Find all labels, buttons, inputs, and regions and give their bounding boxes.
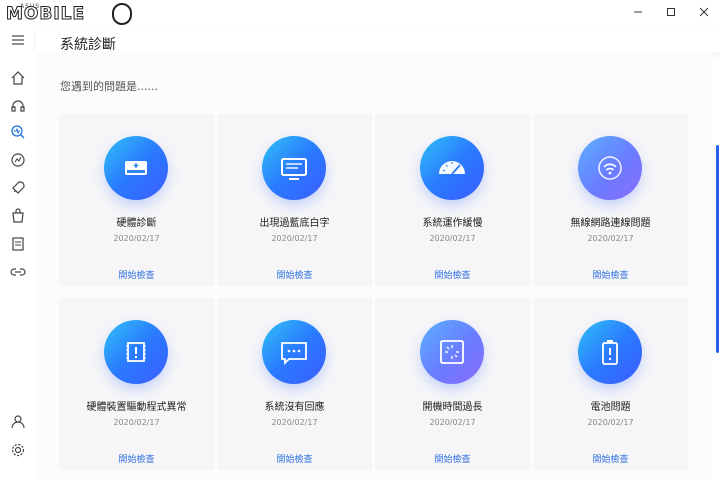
bag-icon xyxy=(12,208,24,223)
card-date: 2020/02/17 xyxy=(113,234,160,243)
menu-icon xyxy=(12,35,24,45)
card-date: 2020/02/17 xyxy=(113,418,160,427)
title-bar: ASUS MOBILE xyxy=(0,0,720,26)
monitor-icon xyxy=(262,136,326,200)
minimize-button[interactable] xyxy=(629,4,647,20)
link-icon xyxy=(10,268,26,276)
start-check-link[interactable]: 開始檢查 xyxy=(217,452,372,465)
card-date: 2020/02/17 xyxy=(271,418,318,427)
page-title: 系統診斷 xyxy=(60,37,116,53)
hard-drive-icon xyxy=(104,136,168,200)
card-slow-system[interactable]: 系統運作緩慢 2020/02/17 開始檢查 xyxy=(375,114,530,286)
card-no-response[interactable]: 系統沒有回應 2020/02/17 開始檢查 xyxy=(217,298,372,470)
headset-icon xyxy=(11,100,25,112)
start-check-link[interactable]: 開始檢查 xyxy=(533,268,688,281)
card-blue-screen[interactable]: 出現過藍底白字 2020/02/17 開始檢查 xyxy=(217,114,372,286)
sidebar-item-news[interactable] xyxy=(8,234,28,254)
close-button[interactable] xyxy=(695,4,713,20)
card-label: 電池問題 xyxy=(590,402,631,413)
brand-mascot-icon xyxy=(112,3,132,25)
chat-screen-icon xyxy=(262,320,326,384)
card-wifi-issue[interactable]: 無線網路連線問題 2020/02/17 開始檢查 xyxy=(533,114,688,286)
sidebar-item-diagnosis[interactable] xyxy=(8,122,28,142)
card-date: 2020/02/17 xyxy=(271,234,318,243)
sidebar-item-performance[interactable] xyxy=(8,150,28,170)
chip-alert-icon xyxy=(104,320,168,384)
card-date: 2020/02/17 xyxy=(429,234,476,243)
speedometer-icon xyxy=(420,136,484,200)
page-header: 系統診斷 xyxy=(36,26,720,53)
sidebar-item-account[interactable] xyxy=(8,412,28,432)
card-label: 系統運作緩慢 xyxy=(422,218,483,229)
question-prompt: 您遇到的問題是...... xyxy=(60,80,158,93)
vertical-scrollbar[interactable] xyxy=(716,145,719,353)
minimize-icon xyxy=(634,11,642,13)
card-label: 無線網路連線問題 xyxy=(570,218,651,229)
battery-icon xyxy=(578,320,642,384)
sidebar xyxy=(0,26,36,480)
brand-logo: MOBILE xyxy=(5,4,86,25)
menu-button[interactable] xyxy=(8,30,28,50)
card-battery-issue[interactable]: 電池問題 2020/02/17 開始檢查 xyxy=(533,298,688,470)
home-icon xyxy=(11,71,25,85)
maximize-icon xyxy=(667,8,675,16)
start-check-link[interactable]: 開始檢查 xyxy=(59,268,214,281)
start-check-link[interactable]: 開始檢查 xyxy=(375,452,530,465)
card-hardware-diagnosis[interactable]: 硬體診斷 2020/02/17 開始檢查 xyxy=(59,114,214,286)
close-icon xyxy=(699,7,709,17)
document-icon xyxy=(12,237,24,251)
sidebar-item-settings[interactable] xyxy=(8,440,28,460)
card-label: 系統沒有回應 xyxy=(264,402,325,413)
main-content: 您遇到的問題是...... 硬體診斷 2020/02/17 開始檢查 出現過藍底… xyxy=(36,52,712,480)
start-check-link[interactable]: 開始檢查 xyxy=(375,268,530,281)
card-label: 開機時間過長 xyxy=(422,402,483,413)
sidebar-item-store[interactable] xyxy=(8,206,28,226)
gear-icon xyxy=(11,443,25,457)
card-date: 2020/02/17 xyxy=(587,418,634,427)
sidebar-item-support[interactable] xyxy=(8,96,28,116)
start-check-link[interactable]: 開始檢查 xyxy=(533,452,688,465)
user-icon xyxy=(11,415,25,429)
start-check-link[interactable]: 開始檢查 xyxy=(217,268,372,281)
rocket-icon xyxy=(12,181,25,194)
sidebar-item-boost[interactable] xyxy=(8,178,28,198)
card-label: 硬體裝置驅動程式異常 xyxy=(86,402,187,413)
card-label: 出現過藍底白字 xyxy=(259,218,330,229)
card-date: 2020/02/17 xyxy=(429,418,476,427)
speed-icon xyxy=(11,153,25,167)
maximize-button[interactable] xyxy=(662,4,680,20)
card-date: 2020/02/17 xyxy=(587,234,634,243)
loading-screen-icon xyxy=(420,320,484,384)
card-driver-error[interactable]: 硬體裝置驅動程式異常 2020/02/17 開始檢查 xyxy=(59,298,214,470)
card-label: 硬體診斷 xyxy=(116,218,157,229)
diagnosis-icon xyxy=(11,125,25,139)
sidebar-item-link[interactable] xyxy=(8,262,28,282)
wifi-icon xyxy=(578,136,642,200)
start-check-link[interactable]: 開始檢查 xyxy=(59,452,214,465)
sidebar-item-home[interactable] xyxy=(8,68,28,88)
card-long-boot[interactable]: 開機時間過長 2020/02/17 開始檢查 xyxy=(375,298,530,470)
